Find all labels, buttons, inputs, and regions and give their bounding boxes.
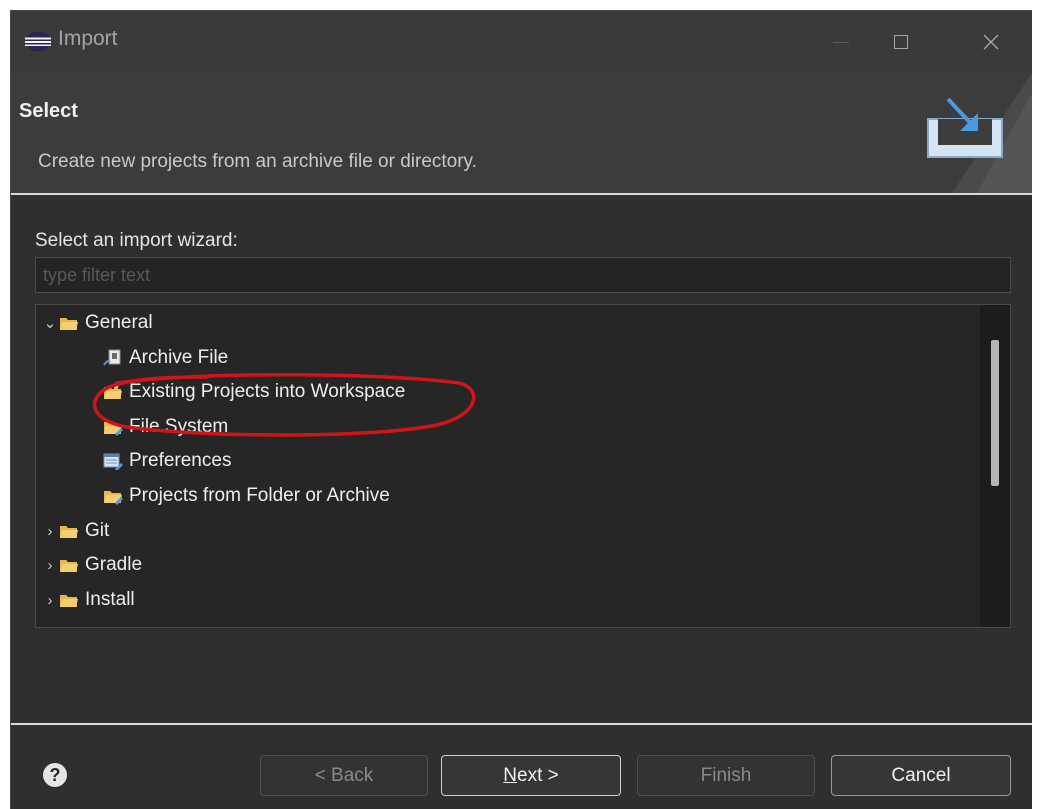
archive-file-icon <box>103 349 121 366</box>
close-icon <box>983 34 999 50</box>
finish-button-label: Finish <box>700 764 752 786</box>
wizard-label: Select an import wizard: <box>35 230 238 251</box>
import-dialog: Import Select Create new projects from a… <box>10 10 1032 809</box>
tree-item-preferences[interactable]: Preferences <box>103 444 231 478</box>
back-button[interactable]: < Back <box>260 755 428 796</box>
tree-item-label: Preferences <box>129 450 232 471</box>
folder-icon <box>60 560 78 572</box>
cancel-button[interactable]: Cancel <box>831 755 1011 796</box>
page-description: Create new projects from an archive file… <box>38 151 477 172</box>
chevron-right-icon[interactable]: › <box>41 523 59 540</box>
scrollbar-thumb[interactable] <box>991 340 999 486</box>
tree-item-existing-projects[interactable]: Existing Projects into Workspace <box>103 375 405 409</box>
tree-item-gradle[interactable]: › Gradle <box>41 548 143 582</box>
chevron-down-icon[interactable]: ⌄ <box>41 314 59 332</box>
tree-item-label: File System <box>129 416 229 437</box>
tree-item-label: Git <box>85 520 110 541</box>
tree-item-label: Archive File <box>129 347 229 368</box>
header-divider <box>11 193 1032 195</box>
tree-item-install[interactable]: › Install <box>41 583 135 617</box>
minimize-icon <box>833 41 849 43</box>
filter-input[interactable] <box>35 257 1011 293</box>
maximize-button[interactable] <box>871 11 931 73</box>
title-bar[interactable]: Import <box>11 11 1032 73</box>
folder-icon <box>60 526 78 538</box>
folder-icon <box>60 595 78 607</box>
tree-item-projects-from-folder[interactable]: Projects from Folder or Archive <box>103 479 390 513</box>
wizard-header: Select Create new projects from an archi… <box>11 73 1032 193</box>
folder-icon <box>60 318 78 330</box>
footer-divider <box>11 723 1032 725</box>
preferences-icon <box>103 453 123 470</box>
file-system-icon <box>104 422 123 436</box>
page-title: Select <box>19 100 78 122</box>
minimize-button[interactable] <box>811 11 871 73</box>
tree-item-label: Projects from Folder or Archive <box>129 485 390 506</box>
next-button-label: ext > <box>517 764 559 786</box>
eclipse-icon <box>25 31 51 52</box>
help-icon[interactable]: ? <box>43 763 67 787</box>
tree-item-label: Existing Projects into Workspace <box>129 381 406 402</box>
close-button[interactable] <box>961 11 1021 73</box>
tree-item-label: Install <box>85 589 135 610</box>
back-button-label: < Back <box>314 764 374 786</box>
window-title: Import <box>58 27 118 50</box>
next-mnemonic: N <box>503 764 517 786</box>
chevron-right-icon[interactable]: › <box>41 557 59 574</box>
project-folder-icon <box>104 384 122 399</box>
tree-item-label: General <box>85 312 153 333</box>
cancel-button-label: Cancel <box>891 764 951 786</box>
finish-button[interactable]: Finish <box>637 755 815 796</box>
chevron-right-icon[interactable]: › <box>41 592 59 609</box>
tree-item-label: Gradle <box>85 554 143 575</box>
maximize-icon <box>894 35 908 49</box>
project-folder-icon <box>104 491 123 505</box>
tree-item-archive-file[interactable]: Archive File <box>103 341 228 375</box>
wizard-tree[interactable]: ⌄ General Archive File Existing Projects… <box>35 304 1011 628</box>
tree-scrollbar[interactable] <box>980 305 1010 627</box>
tree-item-general[interactable]: ⌄ General <box>41 306 153 340</box>
next-button[interactable]: Next > <box>441 755 621 796</box>
tree-item-git[interactable]: › Git <box>41 514 110 548</box>
import-wizard-icon <box>927 73 1032 193</box>
tree-item-file-system[interactable]: File System <box>103 410 228 444</box>
